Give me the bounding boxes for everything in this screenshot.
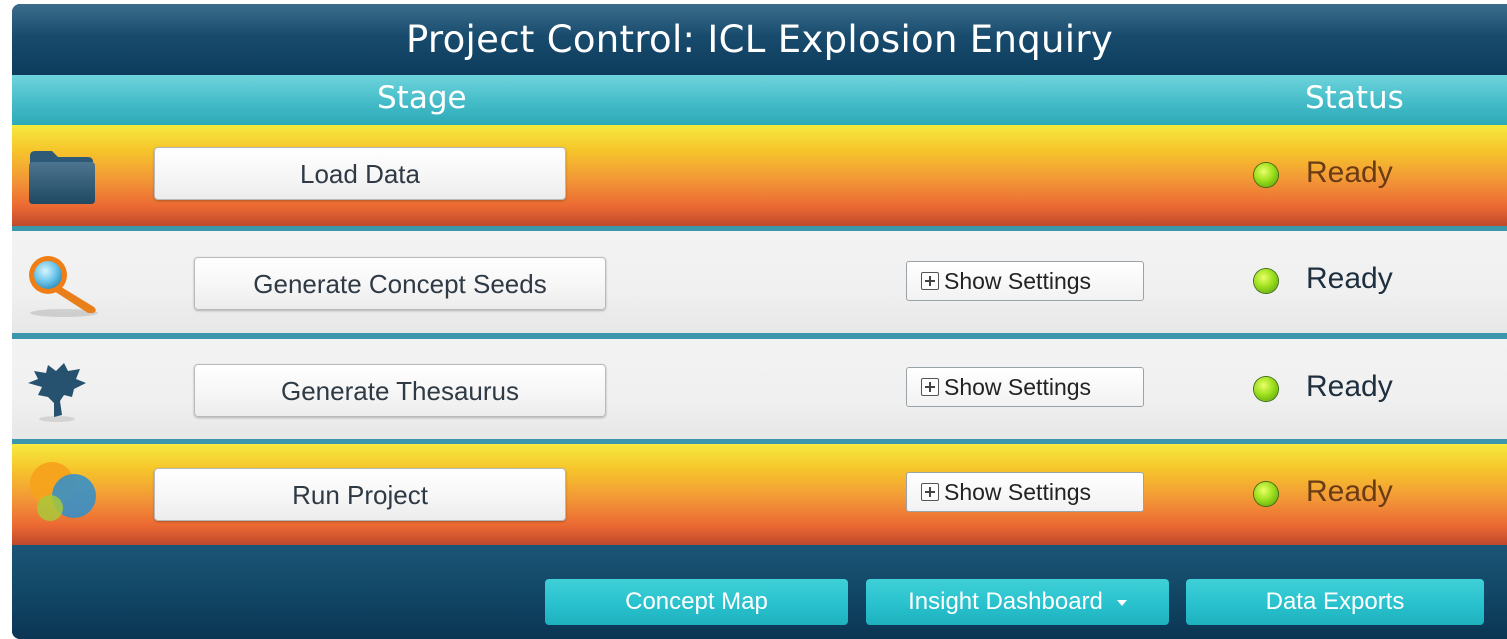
expand-icon [921,272,939,290]
stage-row-thesaurus: Generate Thesaurus Show Settings Ready [12,339,1507,439]
dropdown-caret-icon [1116,600,1127,606]
insight-dashboard-button[interactable]: Insight Dashboard [866,579,1169,625]
stage-row-load-data: Load Data Ready [12,125,1507,226]
expand-icon [921,378,939,396]
run-project-button[interactable]: Run Project [154,468,566,521]
stage-row-concept-seeds: Generate Concept Seeds Show Settings Rea… [12,231,1507,333]
status-column-header: Status [1305,80,1404,116]
expand-icon [921,483,939,501]
page-title: Project Control: ICL Explosion Enquiry [405,18,1114,61]
load-data-button[interactable]: Load Data [154,147,566,200]
status-label: Ready [1306,475,1393,508]
status-dot [1254,269,1278,293]
show-settings-button[interactable]: Show Settings [906,367,1144,407]
tree-icon [28,363,86,422]
insight-dashboard-label: Insight Dashboard [908,588,1103,615]
generate-thesaurus-button[interactable]: Generate Thesaurus [194,364,606,417]
magnifier-icon [29,256,98,317]
stage-column-header: Stage [377,80,467,116]
show-settings-label: Show Settings [944,479,1092,505]
title-bar: Project Control: ICL Explosion Enquiry [12,4,1507,75]
bubbles-icon [30,462,96,521]
show-settings-button[interactable]: Show Settings [906,261,1144,301]
data-exports-button[interactable]: Data Exports [1186,579,1484,625]
status-label: Ready [1306,262,1393,295]
show-settings-button[interactable]: Show Settings [906,472,1144,512]
show-settings-label: Show Settings [944,268,1092,294]
folder-icon [29,151,95,204]
status-dot [1254,377,1278,401]
stage-row-run-project: Run Project Show Settings Ready [12,444,1507,545]
show-settings-label: Show Settings [944,374,1092,400]
project-control-panel: Project Control: ICL Explosion Enquiry S… [12,4,1507,639]
status-label: Ready [1306,156,1393,189]
generate-concept-seeds-button[interactable]: Generate Concept Seeds [194,257,606,310]
status-label: Ready [1306,370,1393,403]
column-header: Stage Status [12,75,1507,125]
status-dot [1254,482,1278,506]
status-dot [1254,163,1278,187]
footer-toolbar: Concept Map Insight Dashboard Data Expor… [12,545,1507,639]
concept-map-button[interactable]: Concept Map [545,579,848,625]
